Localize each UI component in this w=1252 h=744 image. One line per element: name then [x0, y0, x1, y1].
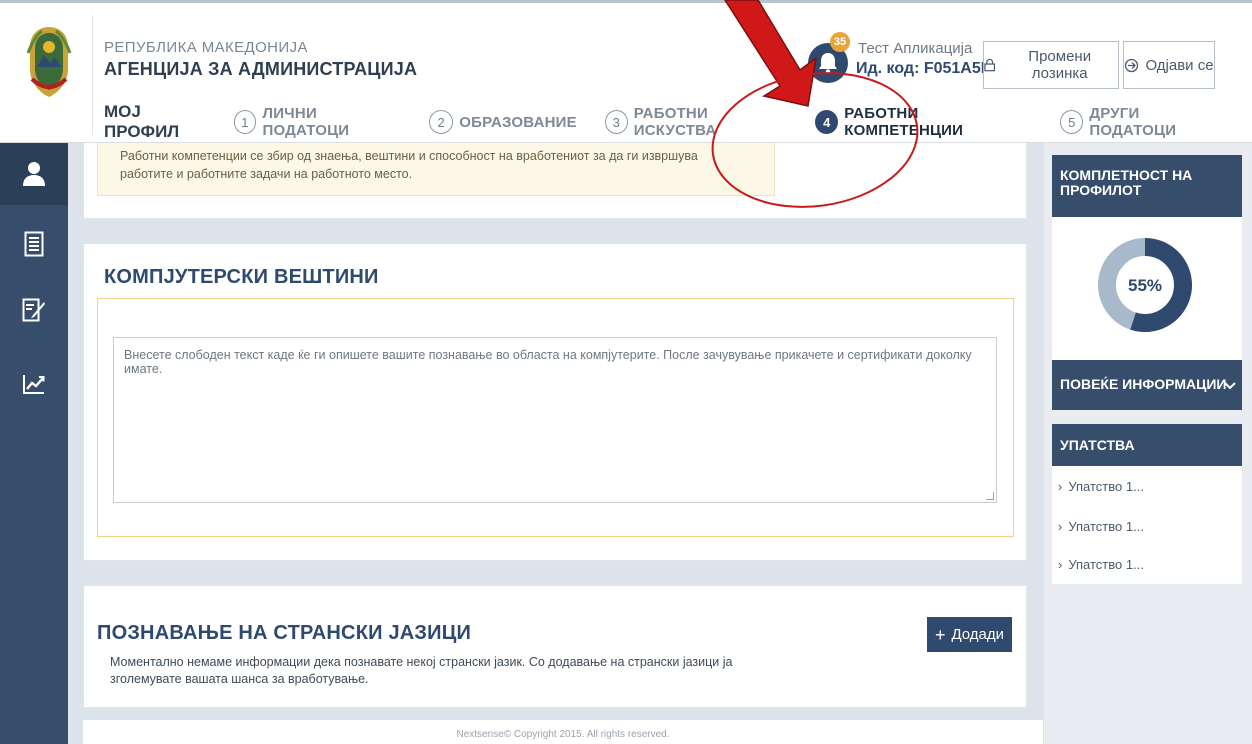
nav-step-work-competences[interactable]: 4 РАБОТНИ КОМПЕТЕНЦИИ — [815, 105, 1032, 139]
step-number: 2 — [429, 110, 454, 134]
step-label: РАБОТНИ ИСКУСТВА — [633, 105, 717, 139]
step-number: 4 — [815, 110, 839, 134]
competences-notice: Работни компетенции се збир од знаења, в… — [97, 143, 775, 196]
brand-agency: АГЕНЦИЈА ЗА АДМИНИСТРАЦИЈА — [104, 59, 418, 79]
document-list-icon — [24, 231, 44, 257]
foreign-languages-title: ПОЗНАВАЊЕ НА СТРАНСКИ ЈАЗИЦИ — [97, 622, 472, 644]
computer-skills-placeholder: Внесете слободен текст каде ќе ги опишет… — [124, 348, 972, 376]
coat-of-arms-logo — [26, 27, 72, 97]
computer-skills-textarea[interactable]: Внесете слободен текст каде ќе ги опишет… — [113, 337, 997, 503]
completeness-value: 55% — [1128, 276, 1162, 295]
profile-step-nav: МОЈ ПРОФИЛ 1 ЛИЧНИ ПОДАТОЦИ 2 ОБРАЗОВАНИ… — [104, 102, 1252, 141]
user-icon — [23, 162, 45, 186]
add-language-button[interactable]: + Додади — [927, 617, 1012, 652]
footer-copyright: Nextsense© Copyright 2015. All rights re… — [83, 720, 1043, 744]
chevron-down-icon — [1224, 382, 1236, 390]
guide-link-1[interactable]: › Упатство 1... — [1058, 479, 1144, 494]
logout-label: Одјави се — [1145, 56, 1214, 74]
logout-button[interactable]: Одјави се — [1123, 41, 1215, 89]
nav-my-profile[interactable]: МОЈ ПРОФИЛ — [104, 102, 216, 142]
nav-step-education[interactable]: 2 ОБРАЗОВАНИЕ — [429, 110, 577, 134]
foreign-languages-card — [83, 585, 1027, 708]
chart-trend-icon — [23, 375, 45, 394]
sidebar-item-statistics[interactable] — [19, 369, 49, 399]
more-info-toggle[interactable]: ПОВЕЌЕ ИНФОРМАЦИИ — [1052, 360, 1242, 410]
app-header: РЕПУБЛИКА МАКЕДОНИЈА АГЕНЦИЈА ЗА АДМИНИС… — [0, 0, 1252, 143]
step-label: ДРУГИ ПОДАТОЦИ — [1089, 105, 1177, 139]
foreign-languages-info: Моментално немаме информации дека познав… — [110, 655, 733, 686]
sidebar-item-edit[interactable] — [19, 295, 49, 325]
add-language-label: Додади — [951, 626, 1005, 643]
change-password-label: Промени лозинка — [1028, 48, 1092, 82]
lock-icon — [984, 58, 996, 72]
left-sidebar — [0, 143, 68, 744]
resize-handle-icon[interactable] — [986, 492, 994, 500]
header-divider — [92, 15, 93, 135]
completeness-donut-chart: 55% — [1098, 238, 1192, 332]
chevron-right-icon: › — [1058, 557, 1063, 572]
bell-icon — [819, 53, 837, 74]
sidebar-item-profile[interactable] — [19, 159, 49, 189]
brand-country: РЕПУБЛИКА МАКЕДОНИЈА — [104, 39, 308, 56]
step-number: 5 — [1060, 110, 1084, 134]
nav-step-personal-data[interactable]: 1 ЛИЧНИ ПОДАТОЦИ — [233, 105, 402, 139]
nav-step-other-data[interactable]: 5 ДРУГИ ПОДАТОЦИ — [1060, 105, 1224, 139]
user-id-code: Ид. код: F051A5E — [856, 60, 992, 77]
edit-document-icon — [22, 298, 45, 322]
step-label: ОБРАЗОВАНИЕ — [459, 113, 577, 131]
change-password-button[interactable]: Промени лозинка — [983, 41, 1119, 89]
computer-skills-title: КОМПЈУТЕРСКИ ВЕШТИНИ — [104, 266, 379, 288]
step-label: ЛИЧНИ ПОДАТОЦИ — [262, 105, 350, 139]
user-name: Тест Апликација — [858, 40, 973, 57]
guide-link-2[interactable]: › Упатство 1... — [1058, 519, 1144, 534]
guide-link-3[interactable]: › Упатство 1... — [1058, 557, 1144, 572]
chevron-right-icon: › — [1058, 479, 1063, 494]
guide-label: Упатство 1... — [1068, 479, 1144, 494]
chevron-right-icon: › — [1058, 519, 1063, 534]
step-label: РАБОТНИ КОМПЕТЕНЦИИ — [844, 105, 964, 139]
guide-label: Упатство 1... — [1068, 519, 1144, 534]
step-number: 3 — [604, 110, 628, 134]
notifications-badge: 35 — [830, 32, 850, 52]
step-number: 1 — [233, 110, 257, 134]
guides-header: УПАТСТВА — [1052, 424, 1242, 466]
guide-label: Упатство 1... — [1068, 557, 1144, 572]
more-info-label: ПОВЕЌЕ ИНФОРМАЦИИ — [1060, 376, 1227, 392]
completeness-header: КОМПЛЕТНОСТ НА ПРОФИЛОТ — [1052, 155, 1242, 217]
nav-step-work-experience[interactable]: 3 РАБОТНИ ИСКУСТВА — [604, 105, 788, 139]
logout-icon — [1125, 58, 1139, 72]
plus-icon: + — [934, 624, 946, 645]
sidebar-item-documents[interactable] — [19, 229, 49, 259]
